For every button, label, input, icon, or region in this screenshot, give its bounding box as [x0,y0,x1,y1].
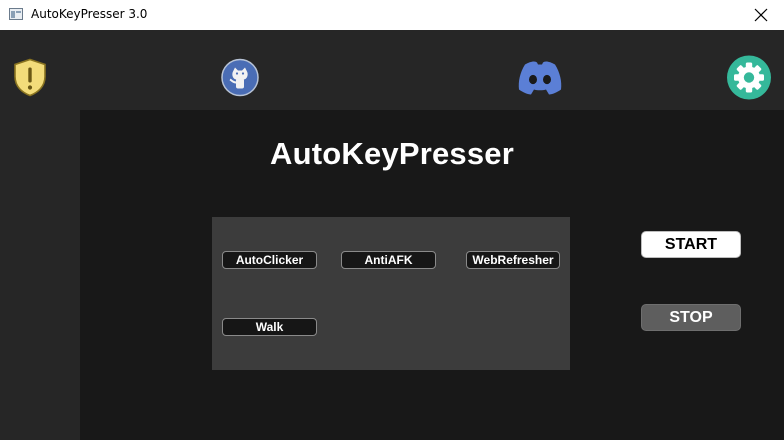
left-sidebar [0,110,80,440]
title-bar: AutoKeyPresser 3.0 [0,0,784,30]
main-panel: AutoKeyPresser AutoClicker AntiAFK WebRe… [80,110,784,440]
stop-button[interactable]: STOP [641,304,741,331]
settings-gear-icon [727,55,771,100]
antiafk-button[interactable]: AntiAFK [341,251,436,269]
top-toolbar [0,30,784,110]
app-window: AutoKeyPresser 3.0 AutoKeyPresser AutoCl… [0,0,784,440]
webrefresher-button[interactable]: WebRefresher [466,251,560,269]
walk-button[interactable]: Walk [222,318,317,336]
warning-button[interactable] [12,58,48,103]
settings-button[interactable] [726,55,772,106]
github-button[interactable] [221,58,259,102]
close-icon [754,8,768,22]
mode-selection-panel: AutoClicker AntiAFK WebRefresher Walk [212,217,570,370]
app-heading: AutoKeyPresser [269,136,515,171]
warning-shield-icon [14,58,46,97]
start-button[interactable]: START [641,231,741,258]
close-button[interactable] [738,0,784,30]
autoclicker-button[interactable]: AutoClicker [222,251,317,269]
discord-icon [518,61,562,95]
discord-button[interactable] [516,59,564,102]
app-icon [9,8,23,20]
github-icon [221,58,259,97]
window-title: AutoKeyPresser 3.0 [31,7,148,21]
